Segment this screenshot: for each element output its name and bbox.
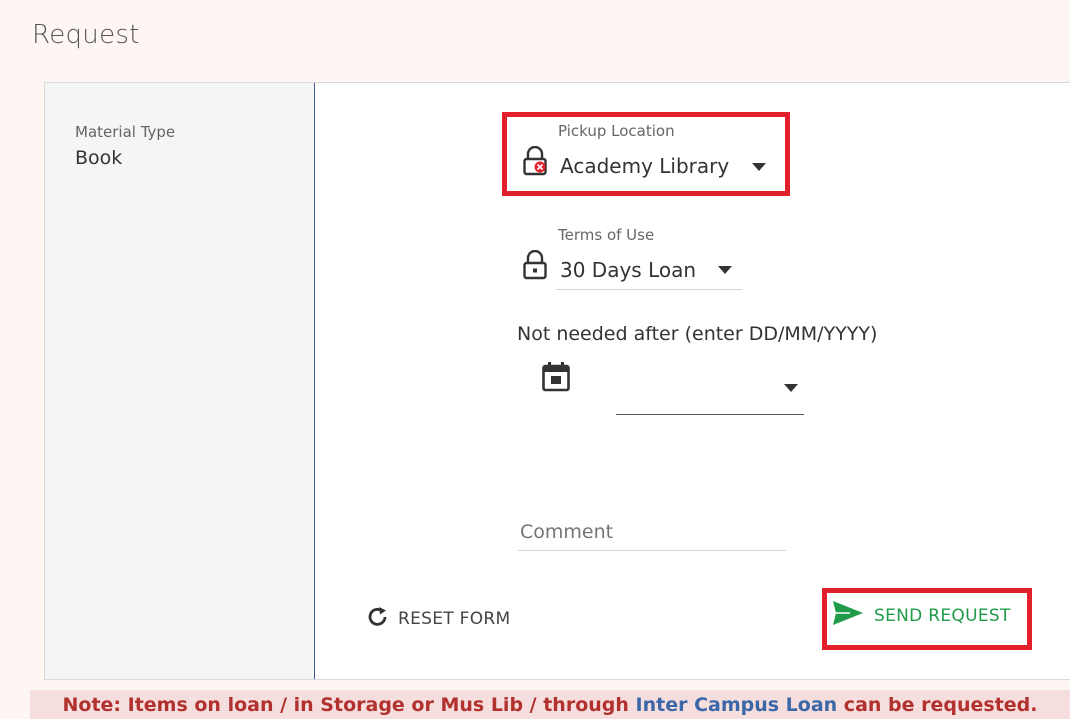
note-prefix: Note: Items on loan / in Storage or Mus … bbox=[62, 694, 636, 716]
pickup-location-select[interactable]: Academy Library bbox=[556, 150, 778, 186]
chevron-down-icon bbox=[718, 266, 732, 274]
terms-of-use-label: Terms of Use bbox=[558, 226, 655, 244]
page-title: Request bbox=[32, 20, 140, 50]
pickup-location-label: Pickup Location bbox=[558, 122, 675, 140]
send-request-label: SEND REQUEST bbox=[874, 605, 1011, 626]
reset-form-label: RESET FORM bbox=[398, 609, 511, 629]
pickup-location-value: Academy Library bbox=[560, 154, 730, 178]
terms-of-use-select[interactable]: 30 Days Loan bbox=[556, 252, 742, 290]
material-type-label: Material Type bbox=[75, 123, 176, 141]
inter-campus-loan-link[interactable]: Inter Campus Loan bbox=[636, 694, 838, 716]
terms-of-use-value: 30 Days Loan bbox=[560, 258, 697, 282]
lock-icon bbox=[522, 146, 548, 176]
send-request-button[interactable]: SEND REQUEST bbox=[832, 600, 1011, 631]
material-info-column: Material Type Book bbox=[45, 83, 315, 679]
calendar-icon[interactable] bbox=[541, 361, 571, 397]
chevron-down-icon bbox=[784, 384, 798, 392]
send-icon bbox=[832, 600, 864, 631]
chevron-down-icon bbox=[752, 163, 766, 171]
comment-input[interactable] bbox=[518, 514, 786, 551]
reset-form-button[interactable]: RESET FORM bbox=[366, 604, 511, 634]
date-underline bbox=[616, 414, 804, 415]
not-needed-date-select[interactable] bbox=[616, 370, 804, 416]
material-type-value: Book bbox=[75, 147, 123, 169]
note-suffix: can be requested. bbox=[837, 694, 1038, 716]
not-needed-after-label: Not needed after (enter DD/MM/YYYY) bbox=[517, 323, 878, 345]
terms-underline bbox=[556, 289, 742, 290]
lock-icon bbox=[522, 250, 548, 280]
note-banner: Note: Items on loan / in Storage or Mus … bbox=[30, 690, 1070, 719]
refresh-icon bbox=[366, 605, 390, 634]
